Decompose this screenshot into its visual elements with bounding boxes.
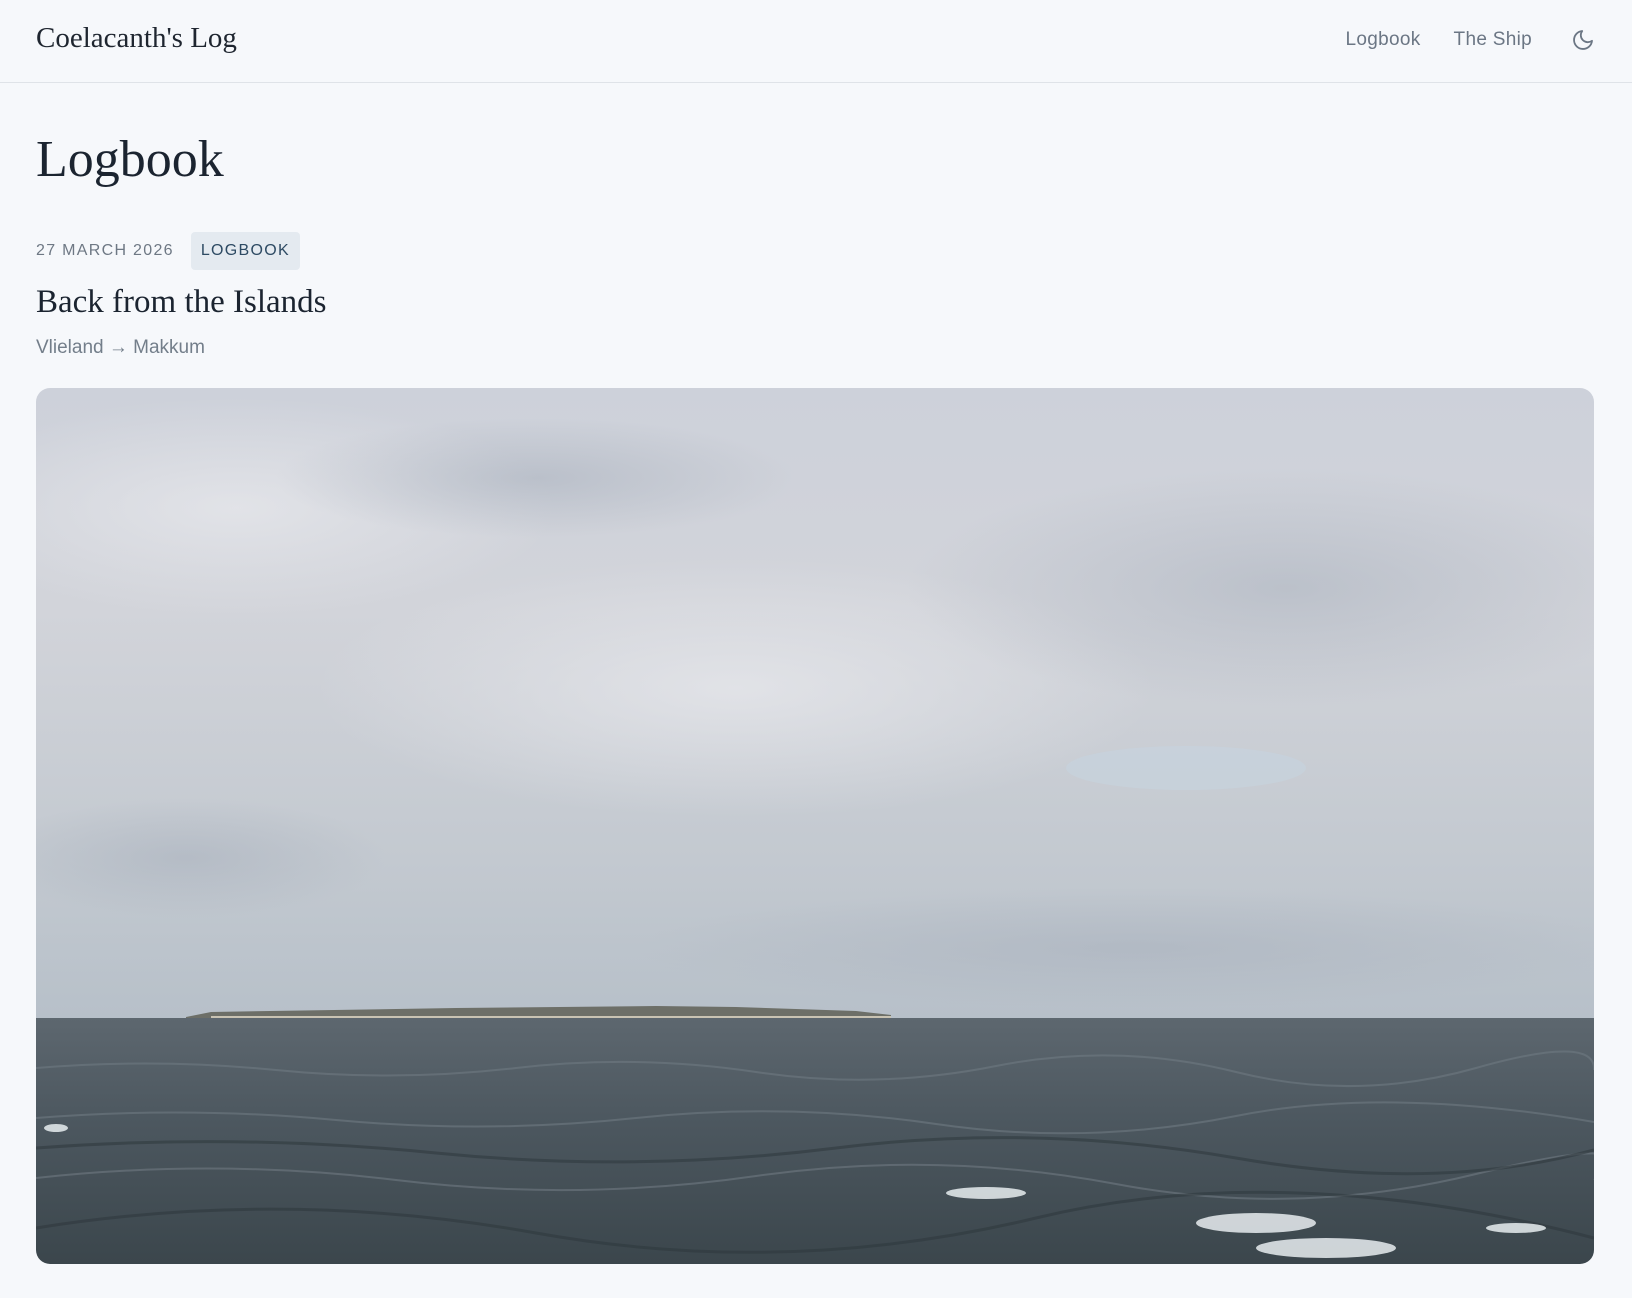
post-route: Vlieland → Makkum <box>36 337 205 358</box>
post-title-link[interactable]: Back from the Islands <box>36 280 327 324</box>
site-title-link[interactable]: Coelacanth's Log <box>36 18 237 58</box>
tag-badge-logbook[interactable]: LOGBOOK <box>190 232 300 270</box>
site-header: Coelacanth's Log Logbook The Ship <box>0 0 1632 83</box>
main-nav: Logbook The Ship <box>1313 26 1596 54</box>
sea-photo <box>36 388 1594 1264</box>
post-date: 27 MARCH 2026 <box>36 242 174 259</box>
nav-link-logbook[interactable]: Logbook <box>1346 29 1421 51</box>
moon-icon <box>1573 30 1593 50</box>
post-meta: 27 MARCH 2026 LOGBOOK <box>36 232 300 270</box>
nav-link-the-ship[interactable]: The Ship <box>1454 29 1532 51</box>
theme-toggle-button[interactable] <box>1570 27 1596 53</box>
page-title: Logbook <box>36 131 224 188</box>
post-hero-image[interactable] <box>36 388 1594 1264</box>
